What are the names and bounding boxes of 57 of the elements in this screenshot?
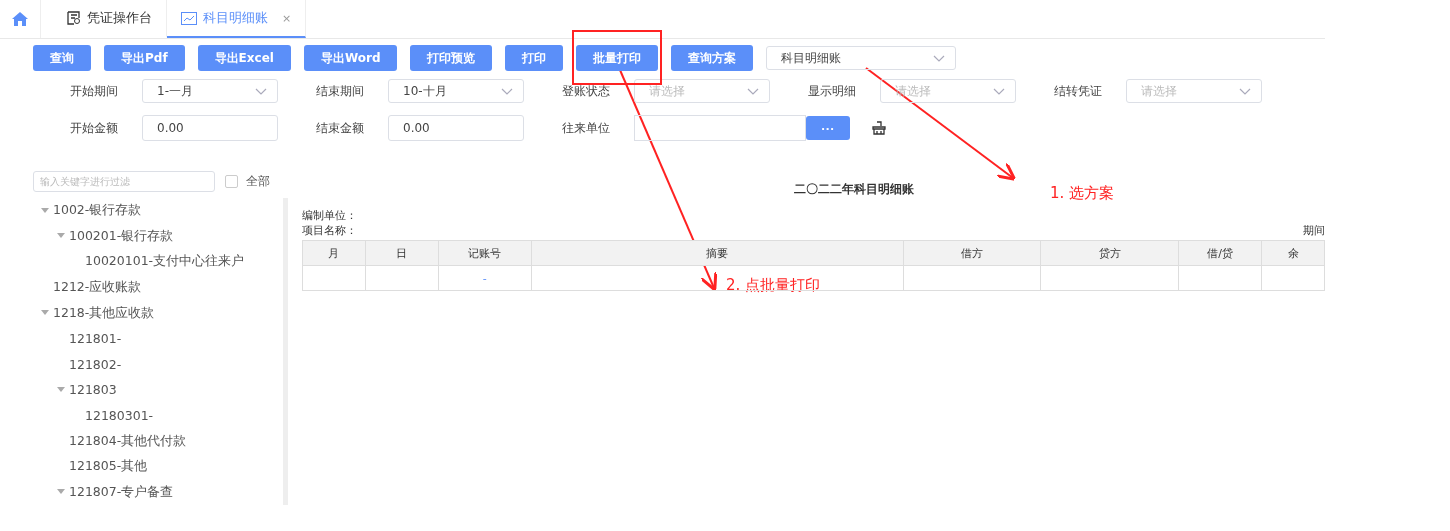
column-header: 记账号 [438, 240, 532, 266]
broom-icon[interactable] [872, 121, 886, 135]
tree-item[interactable]: 1212-应收账款 [53, 279, 142, 297]
tree-item[interactable]: 121805-其他 [69, 458, 148, 476]
filter-label: 结束期间 [316, 82, 365, 100]
chevron-down-icon [993, 87, 1005, 95]
select-field[interactable]: 10-十月 [388, 79, 524, 103]
tree-item[interactable]: 121801- [69, 331, 122, 347]
select-field[interactable]: 1-一月 [142, 79, 278, 103]
period-label: 期间 [1303, 223, 1325, 238]
item-label: 项目名称： [302, 223, 357, 238]
chevron-down-icon [747, 87, 759, 95]
caret-down-icon[interactable] [41, 207, 49, 214]
annotation-text: 1. 选方案 [1050, 184, 1115, 203]
tree-item[interactable]: 10020101-支付中心往来户 [85, 253, 245, 271]
checkbox[interactable] [225, 175, 238, 188]
column-header: 日 [365, 240, 439, 266]
input-field[interactable]: 0.00 [388, 115, 524, 141]
scheme-select[interactable]: 科目明细账 [766, 46, 957, 70]
caret-down-icon[interactable] [41, 310, 49, 317]
filter-label: 结转凭证 [1054, 82, 1103, 100]
tree-item[interactable]: 121802- [69, 356, 122, 372]
tree-item[interactable]: 121803 [69, 382, 117, 398]
tree-item[interactable]: 1218-其他应收款 [53, 304, 155, 322]
filter-label: 结束金额 [316, 119, 365, 137]
filter-label: 往来单位 [562, 119, 611, 137]
tree-item[interactable]: 1002-银行存款 [53, 202, 142, 220]
tree-item[interactable]: 12180301- [85, 408, 154, 424]
filter-label: 开始金额 [70, 119, 119, 137]
input-field[interactable]: 0.00 [142, 115, 278, 141]
input-field[interactable] [634, 115, 806, 141]
column-header: 摘要 [531, 240, 904, 266]
chevron-down-icon [1239, 87, 1251, 95]
chevron-down-icon [255, 87, 267, 95]
checkbox-label: 全部 [246, 173, 270, 190]
home-icon[interactable] [12, 12, 28, 26]
document-icon [67, 11, 81, 25]
column-header: 贷方 [1041, 240, 1179, 266]
caret-down-icon[interactable] [57, 489, 65, 496]
unit-label: 编制单位： [302, 208, 357, 223]
filter-label: 登账状态 [562, 82, 611, 100]
filter-label: 开始期间 [70, 82, 119, 100]
caret-down-icon[interactable] [57, 386, 65, 393]
tree-item[interactable]: 121807-专户备查 [69, 483, 174, 501]
column-header: 借/贷 [1178, 240, 1262, 266]
chevron-down-icon [933, 54, 946, 62]
column-header: 借方 [903, 240, 1041, 266]
tree-item[interactable]: 100201-银行存款 [69, 227, 174, 245]
column-header: 余 [1261, 240, 1325, 266]
chevron-down-icon [501, 87, 513, 95]
filter-label: 显示明细 [808, 82, 857, 100]
column-header: 月 [302, 240, 366, 266]
tree-item[interactable]: 121804-其他代付款 [69, 432, 187, 450]
tab[interactable]: 凭证操作台 [41, 0, 167, 38]
chart-icon [181, 11, 197, 25]
caret-down-icon[interactable] [57, 233, 65, 240]
report-title: 二〇二二年科目明细账 [793, 182, 914, 196]
